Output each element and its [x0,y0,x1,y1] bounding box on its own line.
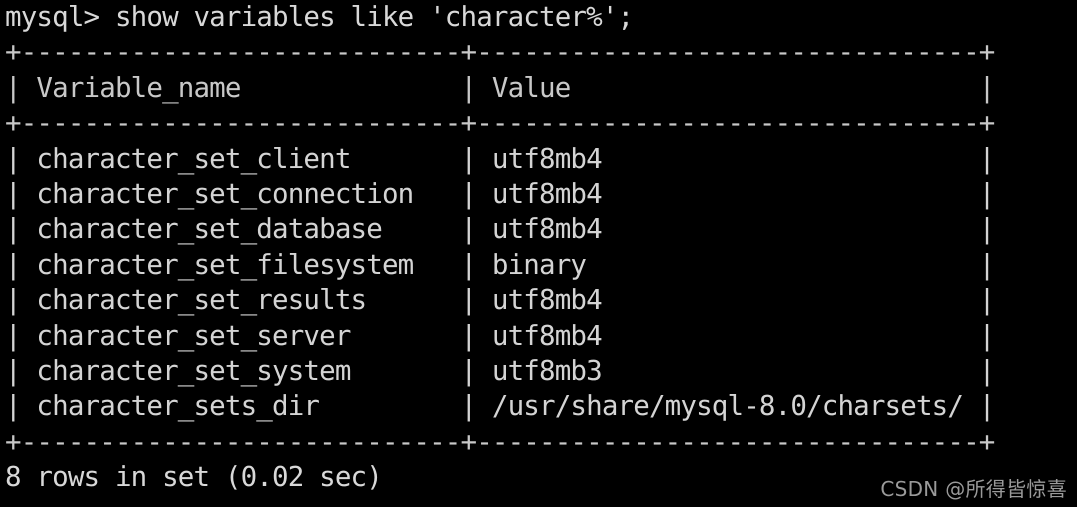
csdn-watermark: CSDN @所得皆惊喜 [880,477,1067,501]
table-row: | character_set_database | utf8mb4 | [5,213,995,246]
terminal-prompt-line: mysql> show variables like 'character%'; [5,1,634,33]
table-separator-middle: +----------------------------+----------… [5,107,995,140]
table-row: | character_set_filesystem | binary | [5,248,995,281]
terminal-window[interactable]: mysql> show variables like 'character%';… [0,0,1077,507]
table-row: | character_sets_dir | /usr/share/mysql-… [5,390,995,423]
table-row: | character_set_server | utf8mb4 | [5,319,995,352]
table-row: | character_set_connection | utf8mb4 | [5,177,995,210]
table-separator-top: +----------------------------+----------… [5,36,995,69]
table-separator-bottom: +----------------------------+----------… [5,425,995,458]
table-row: | character_set_system | utf8mb3 | [5,354,995,387]
table-header-row: | Variable_name | Value | [5,71,995,104]
table-row: | character_set_client | utf8mb4 | [5,142,995,175]
table-row: | character_set_results | utf8mb4 | [5,284,995,317]
